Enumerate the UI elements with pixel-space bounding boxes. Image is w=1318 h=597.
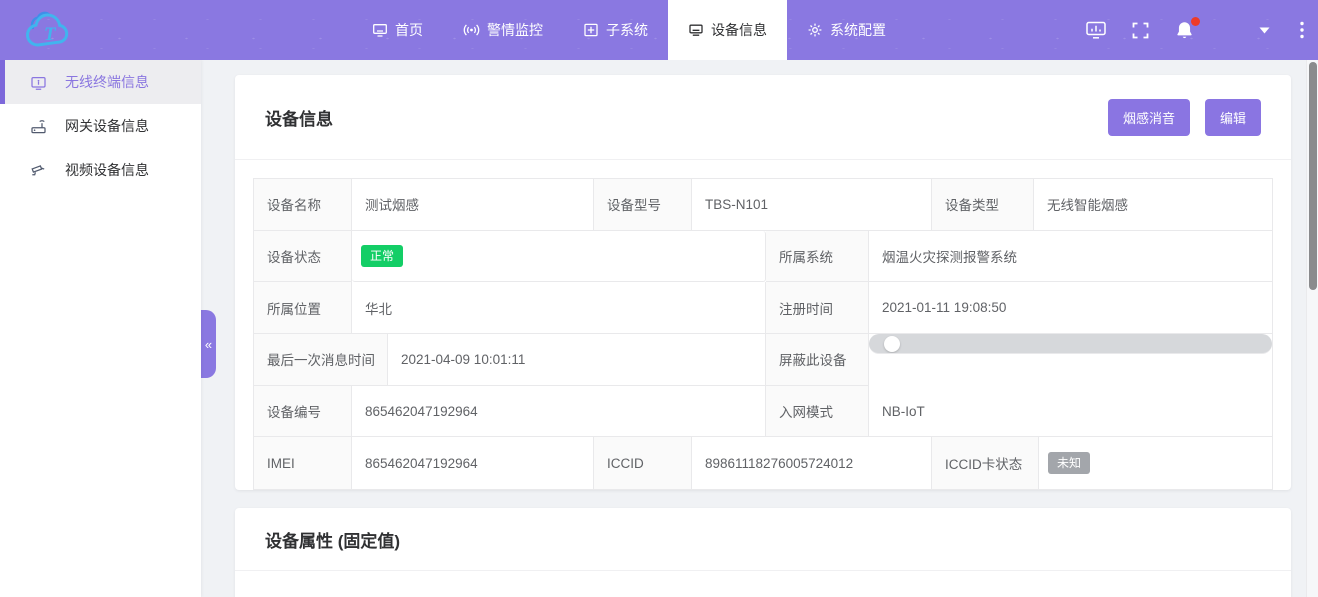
status-badge: 未知 [1048,452,1090,474]
wireless-terminal-icon [30,74,47,91]
more-options-kebab-icon[interactable] [1300,21,1304,39]
vertical-scrollbar-track[interactable] [1306,60,1318,597]
field-label: 最后一次消息时间 [254,334,388,386]
field-label: 设备名称 [254,179,352,231]
field-value-cell: 华北 [352,282,766,334]
field-value-cell [869,334,1272,354]
nav-tab-label: 首页 [395,20,423,40]
top-navbar: T 首页 警情监控 子系统 设备信息 系统配置 [0,0,1318,60]
table-row: 设备名称测试烟感设备型号TBS-N101设备类型无线智能烟感 [254,179,1272,231]
settings-gear-icon [807,22,823,38]
sidebar-item-label: 无线终端信息 [65,72,149,92]
field-value-cell: 2021-04-09 10:01:11 [388,334,766,386]
device-info-card: 设备信息 烟感消音编辑 设备名称测试烟感设备型号TBS-N101设备类型无线智能… [235,75,1291,490]
sidebar-item-label: 网关设备信息 [65,116,149,136]
sidebar-item-gateway-device-info[interactable]: 网关设备信息 [0,104,201,148]
device-attributes-body [235,571,1291,597]
device-info-icon [688,22,704,38]
field-value-cell: 无线智能烟感 [1034,179,1272,231]
cloud-logo: T [20,7,86,53]
field-value-cell: 未知 [1039,437,1272,489]
field-value-cell: 正常 [352,231,766,283]
subsystem-icon [583,22,599,38]
field-label: ICCID [594,437,692,489]
collapse-glyph: « [205,337,212,352]
nav-tab-home[interactable]: 首页 [352,0,443,60]
sidebar-collapse-handle[interactable]: « [201,310,216,378]
field-value-cell: 测试烟感 [352,179,594,231]
home-icon [372,22,388,38]
nav-tab-label: 警情监控 [487,20,543,40]
alarm-monitor-icon [463,22,480,38]
nav-tab-label: 设备信息 [711,20,767,40]
main-nav-tabs: 首页 警情监控 子系统 设备信息 系统配置 [352,0,906,60]
edit-button[interactable]: 编辑 [1205,99,1261,136]
toggle-knob [884,336,900,352]
sidebar-item-wireless-terminal-info[interactable]: 无线终端信息 [0,60,201,104]
sidebar-item-video-device-info[interactable]: 视频设备信息 [0,148,201,192]
field-label: 屏蔽此设备 [766,334,869,386]
field-label: 设备类型 [932,179,1034,231]
attributes-title: 设备属性 (固定值) [265,527,400,552]
svg-text:T: T [44,24,57,45]
user-dropdown-caret-icon[interactable] [1259,27,1270,34]
field-label: IMEI [254,437,352,489]
device-attributes-card: 设备属性 (固定值) [235,508,1291,597]
nav-tab-subsystem[interactable]: 子系统 [563,0,668,60]
field-label: 设备状态 [254,231,352,283]
table-row: 最后一次消息时间2021-04-09 10:01:11屏蔽此设备 [254,334,1272,386]
field-label: 注册时间 [766,282,869,334]
field-value-cell: 2021-01-11 19:08:50 [869,282,1272,334]
dashboard-icon[interactable] [1085,20,1107,40]
video-device-icon [30,162,47,179]
field-value-cell: 865462047192964 [352,386,766,438]
table-row: 所属位置华北注册时间2021-01-11 19:08:50 [254,282,1272,334]
device-attributes-card-header: 设备属性 (固定值) [235,508,1291,571]
field-label: 设备编号 [254,386,352,438]
field-label: 所属系统 [766,231,869,283]
nav-tab-device-info[interactable]: 设备信息 [668,0,787,60]
field-label: 设备型号 [594,179,692,231]
field-label: ICCID卡状态 [932,437,1039,489]
field-label: 入网模式 [766,386,869,438]
nav-tab-label: 系统配置 [830,20,886,40]
sidebar-item-label: 视频设备信息 [65,160,149,180]
field-value-cell: 865462047192964 [352,437,594,489]
notification-dot [1191,17,1200,26]
sidebar: 无线终端信息网关设备信息视频设备信息 [0,60,201,597]
field-value-cell: TBS-N101 [692,179,932,231]
fullscreen-icon[interactable] [1131,21,1150,40]
status-badge: 正常 [361,245,403,267]
nav-tab-system-config[interactable]: 系统配置 [787,0,906,60]
page-title: 设备信息 [265,105,333,130]
main-content: 设备信息 烟感消音编辑 设备名称测试烟感设备型号TBS-N101设备类型无线智能… [201,60,1306,597]
field-label: 所属位置 [254,282,352,334]
navbar-right-tools [1085,0,1318,60]
notification-bell-icon[interactable] [1174,20,1195,41]
nav-tab-label: 子系统 [606,20,648,40]
field-value-cell: 89861118276005724012 [692,437,932,489]
vertical-scrollbar-thumb[interactable] [1309,62,1317,290]
table-row: 设备编号865462047192964入网模式NB-IoT [254,386,1272,438]
gateway-device-icon [30,118,47,135]
table-row: 设备状态正常 所属系统烟温火灾探测报警系统 [254,231,1272,283]
device-info-table: 设备名称测试烟感设备型号TBS-N101设备类型无线智能烟感设备状态正常所属系统… [253,178,1273,490]
table-row: IMEI865462047192964ICCID8986111827600572… [254,437,1272,489]
field-value-cell: NB-IoT [869,386,1272,438]
smoke-mute-button[interactable]: 烟感消音 [1108,99,1190,136]
block-device-toggle[interactable] [882,334,922,354]
nav-tab-alarm-monitor[interactable]: 警情监控 [443,0,563,60]
field-value-cell: 烟温火灾探测报警系统 [869,231,1272,283]
device-info-card-header: 设备信息 烟感消音编辑 [235,75,1291,160]
